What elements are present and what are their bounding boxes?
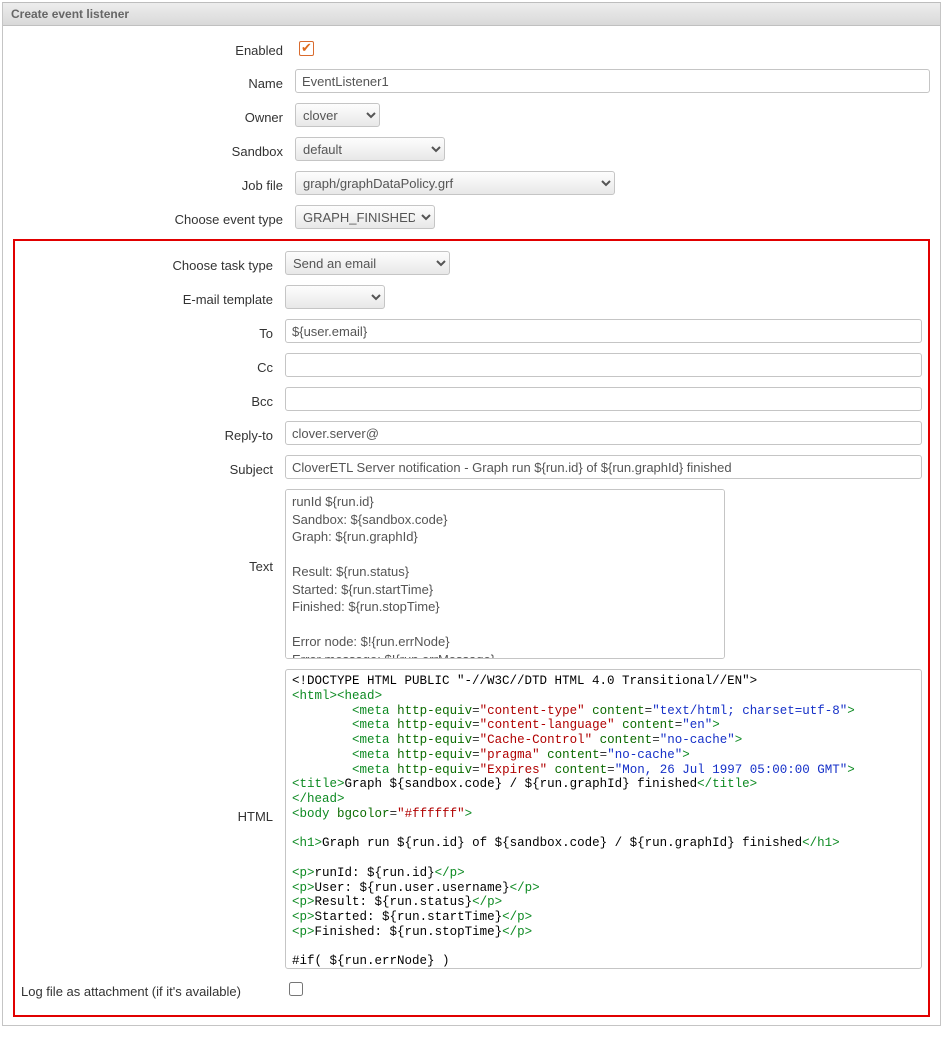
text-label: Text [21,489,285,574]
replyto-label: Reply-to [21,424,285,443]
sandbox-select[interactable]: default [295,137,445,161]
to-input[interactable] [285,319,922,343]
panel-title: Create event listener [3,3,940,26]
replyto-input[interactable] [285,421,922,445]
template-select[interactable] [285,285,385,309]
bcc-input[interactable] [285,387,922,411]
subject-label: Subject [21,458,285,477]
name-input[interactable] [295,69,930,93]
owner-select[interactable]: clover [295,103,380,127]
subject-input[interactable] [285,455,922,479]
panel-title-text: Create event listener [11,7,129,21]
eventtype-label: Choose event type [13,208,295,227]
enabled-checkbox[interactable] [299,41,314,56]
eventtype-select[interactable]: GRAPH_FINISHED [295,205,435,229]
sandbox-label: Sandbox [13,140,295,159]
cc-label: Cc [21,356,285,375]
tasktype-select[interactable]: Send an email [285,251,450,275]
enabled-label: Enabled [13,39,295,58]
owner-label: Owner [13,106,295,125]
name-label: Name [13,72,295,91]
html-editor[interactable]: <!DOCTYPE HTML PUBLIC "-//W3C//DTD HTML … [285,669,922,969]
jobfile-select[interactable]: graph/graphDataPolicy.grf [295,171,615,195]
to-label: To [21,322,285,341]
logatt-label: Log file as attachment (if it's availabl… [21,980,285,999]
html-label: HTML [21,669,285,824]
logatt-checkbox[interactable] [289,982,303,996]
task-config-box: Choose task type Send an email E-mail te… [13,239,930,1017]
create-event-listener-panel: Create event listener Enabled Name Owner… [2,2,941,1026]
text-textarea[interactable]: runId ${run.id} Sandbox: ${sandbox.code}… [285,489,725,659]
tasktype-label: Choose task type [21,254,285,273]
jobfile-label: Job file [13,174,295,193]
bcc-label: Bcc [21,390,285,409]
cc-input[interactable] [285,353,922,377]
template-label: E-mail template [21,288,285,307]
